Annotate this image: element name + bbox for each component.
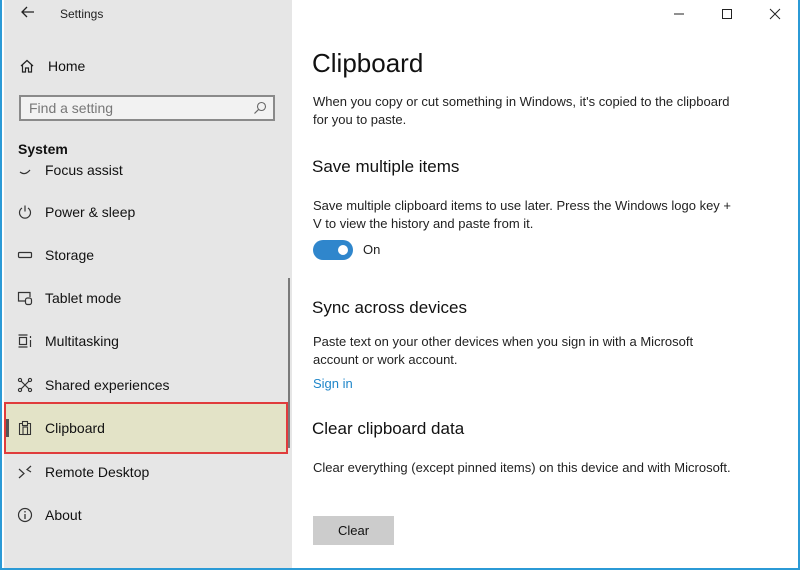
tablet-mode-icon [16, 289, 34, 307]
search-box[interactable] [19, 95, 275, 121]
sidebar-item-label: About [45, 507, 82, 523]
sign-in-link[interactable]: Sign in [313, 376, 353, 391]
search-input[interactable] [29, 99, 249, 117]
sidebar-item-label: Storage [45, 247, 95, 263]
sidebar-item-label: Focus assist [45, 162, 123, 178]
sidebar-item-storage[interactable]: Storage [4, 235, 288, 275]
minimize-icon [674, 13, 684, 15]
close-icon [769, 8, 781, 20]
sidebar-item-home[interactable]: Home [18, 54, 85, 78]
clear-description: Clear everything (except pinned items) o… [313, 460, 731, 475]
sidebar-item-label: Clipboard [45, 420, 105, 436]
home-icon [18, 57, 36, 75]
sidebar-item-label: Tablet mode [45, 290, 122, 306]
save-multiple-description: Save multiple clipboard items to use lat… [313, 198, 732, 231]
maximize-button[interactable] [704, 0, 750, 28]
toggle-knob [338, 245, 348, 255]
window-title: Settings [60, 7, 104, 21]
close-button[interactable] [752, 0, 798, 28]
sidebar-item-clipboard[interactable]: Clipboard [4, 402, 288, 454]
sidebar-item-multitasking[interactable]: Multitasking [4, 321, 288, 361]
clipboard-icon [16, 419, 34, 437]
save-multiple-heading: Save multiple items [312, 157, 460, 176]
save-multiple-toggle[interactable] [313, 240, 353, 260]
clear-heading: Clear clipboard data [312, 419, 465, 438]
page-title: Clipboard [312, 48, 424, 78]
shared-experiences-icon [16, 376, 34, 394]
sidebar: Settings Home System Focus assist [4, 0, 292, 568]
sidebar-item-power-sleep[interactable]: Power & sleep [4, 192, 288, 232]
moon-icon [16, 161, 34, 179]
multitasking-icon [16, 332, 34, 350]
maximize-icon [722, 9, 732, 19]
remote-desktop-icon [16, 463, 34, 481]
clear-button[interactable]: Clear [313, 516, 394, 545]
back-arrow-icon [21, 6, 34, 18]
sidebar-item-label: Shared experiences [45, 377, 170, 393]
back-button[interactable] [18, 4, 38, 24]
sidebar-item-about[interactable]: About [4, 495, 288, 535]
selection-indicator [6, 419, 9, 437]
main-content: Clipboard When you copy or cut something… [292, 0, 798, 568]
sidebar-scrollbar[interactable] [288, 278, 290, 448]
sidebar-nav: Focus assist Power & sleep Storage Table… [4, 160, 292, 568]
sidebar-item-label: Remote Desktop [45, 464, 150, 480]
sidebar-item-remote-desktop[interactable]: Remote Desktop [4, 452, 288, 492]
settings-window: Settings Home System Focus assist [0, 0, 800, 570]
power-icon [16, 203, 34, 221]
sidebar-item-focus-assist[interactable]: Focus assist [4, 160, 288, 190]
storage-icon [16, 246, 34, 264]
sync-description: Paste text on your other devices when yo… [313, 334, 694, 367]
intro-text: When you copy or cut something in Window… [313, 94, 730, 127]
toggle-state-label: On [363, 242, 381, 257]
sidebar-item-label: Power & sleep [45, 204, 136, 220]
sidebar-item-label: Multitasking [45, 333, 119, 349]
info-icon [16, 506, 34, 524]
minimize-button[interactable] [656, 0, 702, 28]
sync-heading: Sync across devices [312, 298, 467, 317]
search-icon[interactable] [253, 101, 267, 115]
section-heading: System [18, 141, 68, 157]
home-label: Home [48, 58, 86, 74]
sidebar-item-shared-experiences[interactable]: Shared experiences [4, 365, 288, 405]
sidebar-item-tablet-mode[interactable]: Tablet mode [4, 278, 288, 318]
